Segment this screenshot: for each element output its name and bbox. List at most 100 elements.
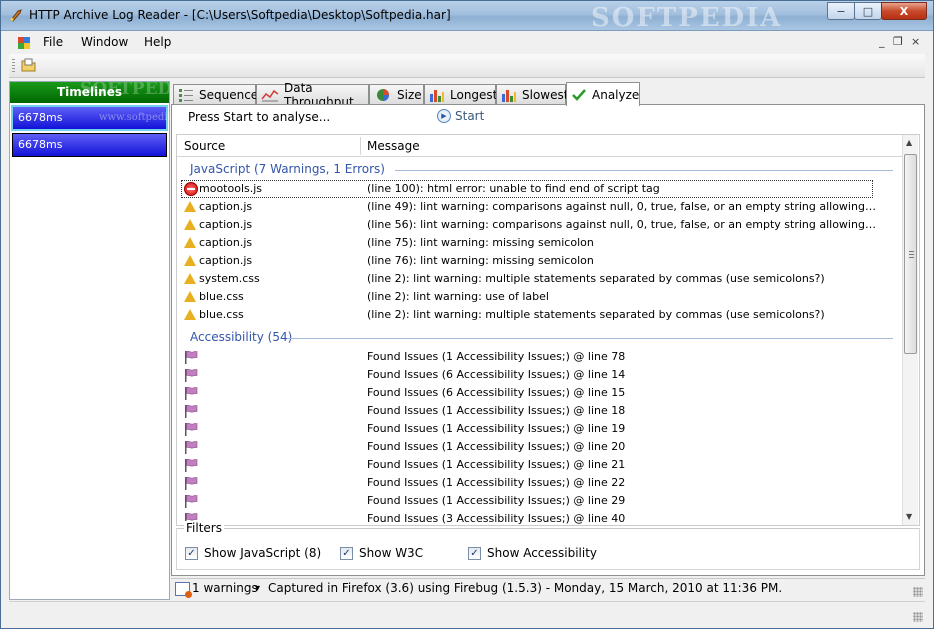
tab-label: Sequence <box>199 88 259 102</box>
mdi-window-icon[interactable] <box>17 36 31 50</box>
show-w3c-checkbox[interactable]: ✓ Show W3C <box>340 546 423 560</box>
warning-icon <box>184 218 198 232</box>
column-source[interactable]: Source <box>184 139 225 153</box>
title-bar[interactable]: HTTP Archive Log Reader - [C:\Users\Soft… <box>1 1 933 33</box>
row-message: (line 2): lint warning: multiple stateme… <box>367 308 825 321</box>
timelines-panel: SOFTPEDIA Timelines 6678ms www.softpedia… <box>9 81 198 600</box>
row-source: caption.js <box>199 200 253 213</box>
window-resize-grip[interactable] <box>913 612 923 622</box>
show-javascript-checkbox[interactable]: ✓ Show JavaScript (8) <box>185 546 321 560</box>
mdi-restore-button[interactable]: ❐ <box>893 35 903 48</box>
toolbar-grip[interactable] <box>12 59 15 73</box>
scroll-down-arrow[interactable]: ▼ <box>906 512 912 521</box>
tab-slowest[interactable]: Slowest <box>496 84 568 105</box>
row-message: Found Issues (6 Accessibility Issues;) @… <box>367 368 626 381</box>
filters-title: Filters <box>184 521 224 535</box>
table-row[interactable]: Found Issues (1 Accessibility Issues;) @… <box>177 420 905 438</box>
start-button[interactable]: ▶ Start <box>437 109 484 123</box>
row-message: Found Issues (6 Accessibility Issues;) @… <box>367 386 626 399</box>
row-message: (line 56): lint warning: comparisons aga… <box>367 218 877 231</box>
resize-grip[interactable] <box>913 587 923 597</box>
window-status-bar <box>9 601 925 623</box>
warning-log-icon[interactable] <box>175 582 192 598</box>
show-accessibility-checkbox[interactable]: ✓ Show Accessibility <box>468 546 597 560</box>
row-message: (line 2): lint warning: use of label <box>367 290 549 303</box>
table-row[interactable]: mootools.js (line 100): html error: unab… <box>181 180 873 198</box>
mdi-minimize-button[interactable]: _ <box>879 35 885 48</box>
row-message: (line 2): lint warning: multiple stateme… <box>367 272 825 285</box>
row-message: (line 49): lint warning: comparisons aga… <box>367 200 877 213</box>
row-message: Found Issues (1 Accessibility Issues;) @… <box>367 440 626 453</box>
menu-help[interactable]: Help <box>144 35 171 49</box>
checkbox-check-icon: ✓ <box>468 546 481 560</box>
table-row[interactable]: Found Issues (1 Accessibility Issues;) @… <box>177 456 905 474</box>
bar-chart-icon <box>501 87 517 103</box>
warning-icon <box>184 254 198 268</box>
row-message: (line 75): lint warning: missing semicol… <box>367 236 594 249</box>
warning-icon <box>184 272 198 286</box>
table-row[interactable]: Found Issues (1 Accessibility Issues;) @… <box>177 474 905 492</box>
group-divider <box>287 338 893 339</box>
table-row[interactable]: Found Issues (1 Accessibility Issues;) @… <box>177 492 905 510</box>
table-row[interactable]: blue.css (line 2): lint warning: use of … <box>177 288 905 306</box>
row-message: Found Issues (1 Accessibility Issues;) @… <box>367 404 626 417</box>
warnings-count[interactable]: 1 warnings <box>192 581 258 595</box>
table-row[interactable]: Found Issues (1 Accessibility Issues;) @… <box>177 402 905 420</box>
maximize-button[interactable]: □ <box>854 2 882 20</box>
row-source: mootools.js <box>199 182 263 195</box>
row-message: Found Issues (3 Accessibility Issues;) @… <box>367 512 626 525</box>
open-folder-icon[interactable] <box>21 58 37 73</box>
table-row[interactable]: system.css (line 2): lint warning: multi… <box>177 270 905 288</box>
timeline-item[interactable]: 6678ms <box>12 133 167 157</box>
scroll-up-arrow[interactable]: ▲ <box>906 138 912 147</box>
flag-icon <box>184 494 198 508</box>
results-list[interactable]: Source Message JavaScript (7 Warnings, 1… <box>176 134 920 526</box>
row-source: caption.js <box>199 218 253 231</box>
tab-longest[interactable]: Longest <box>424 84 498 105</box>
column-message[interactable]: Message <box>367 139 420 153</box>
vertical-scrollbar[interactable]: ▲ ▼ <box>902 135 918 525</box>
timeline-item[interactable]: 6678ms www.softpedia.com <box>11 105 198 131</box>
menu-file[interactable]: File <box>43 35 63 49</box>
table-row[interactable]: Found Issues (3 Accessibility Issues;) @… <box>177 510 905 525</box>
analyze-prompt: Press Start to analyse... <box>188 110 331 124</box>
timelines-header: SOFTPEDIA Timelines <box>10 82 169 103</box>
error-icon <box>184 182 198 196</box>
toolbar <box>9 54 925 78</box>
table-row[interactable]: caption.js (line 49): lint warning: comp… <box>177 198 905 216</box>
pie-chart-icon <box>374 87 392 103</box>
tab-data-throughput[interactable]: Data Throughput <box>256 81 369 109</box>
group-header-accessibility[interactable]: Accessibility (54) <box>190 330 292 344</box>
table-row[interactable]: caption.js (line 75): lint warning: miss… <box>177 234 905 252</box>
caption-buttons: − □ X <box>827 2 927 20</box>
checkbox-label: Show Accessibility <box>487 546 598 560</box>
group-header-javascript[interactable]: JavaScript (7 Warnings, 1 Errors) <box>190 162 385 176</box>
close-button[interactable]: X <box>881 2 927 20</box>
table-row[interactable]: Found Issues (6 Accessibility Issues;) @… <box>177 366 905 384</box>
table-row[interactable]: Found Issues (1 Accessibility Issues;) @… <box>177 438 905 456</box>
warnings-dropdown-arrow[interactable]: ▾ <box>255 583 260 594</box>
table-row[interactable]: caption.js (line 76): lint warning: miss… <box>177 252 905 270</box>
mdi-close-button[interactable]: × <box>911 35 920 48</box>
tab-label: Size <box>397 88 422 102</box>
watermark: SOFTPEDIA <box>591 3 783 33</box>
tab-sequence[interactable]: Sequence <box>173 84 259 105</box>
tab-size[interactable]: Size <box>369 84 424 105</box>
tab-analyze[interactable]: Analyze <box>566 82 640 106</box>
tab-label: Longest <box>450 88 498 102</box>
table-row[interactable]: Found Issues (6 Accessibility Issues;) @… <box>177 384 905 402</box>
scroll-thumb[interactable] <box>904 154 917 354</box>
row-source: caption.js <box>199 236 253 249</box>
timelines-title: Timelines <box>57 85 122 99</box>
tab-label: Analyze <box>592 87 640 102</box>
checkbox-label: Show W3C <box>359 546 424 560</box>
row-message: Found Issues (1 Accessibility Issues;) @… <box>367 494 626 507</box>
minimize-button[interactable]: − <box>827 2 855 20</box>
menu-window[interactable]: Window <box>81 35 128 49</box>
table-row[interactable]: blue.css (line 2): lint warning: multipl… <box>177 306 905 324</box>
sequence-icon <box>178 87 194 103</box>
tab-strip: Sequence Data Throughput Size Longest Sl… <box>171 81 925 109</box>
table-row[interactable]: Found Issues (1 Accessibility Issues;) @… <box>177 348 905 366</box>
column-separator[interactable] <box>360 137 361 155</box>
table-row[interactable]: caption.js (line 56): lint warning: comp… <box>177 216 905 234</box>
